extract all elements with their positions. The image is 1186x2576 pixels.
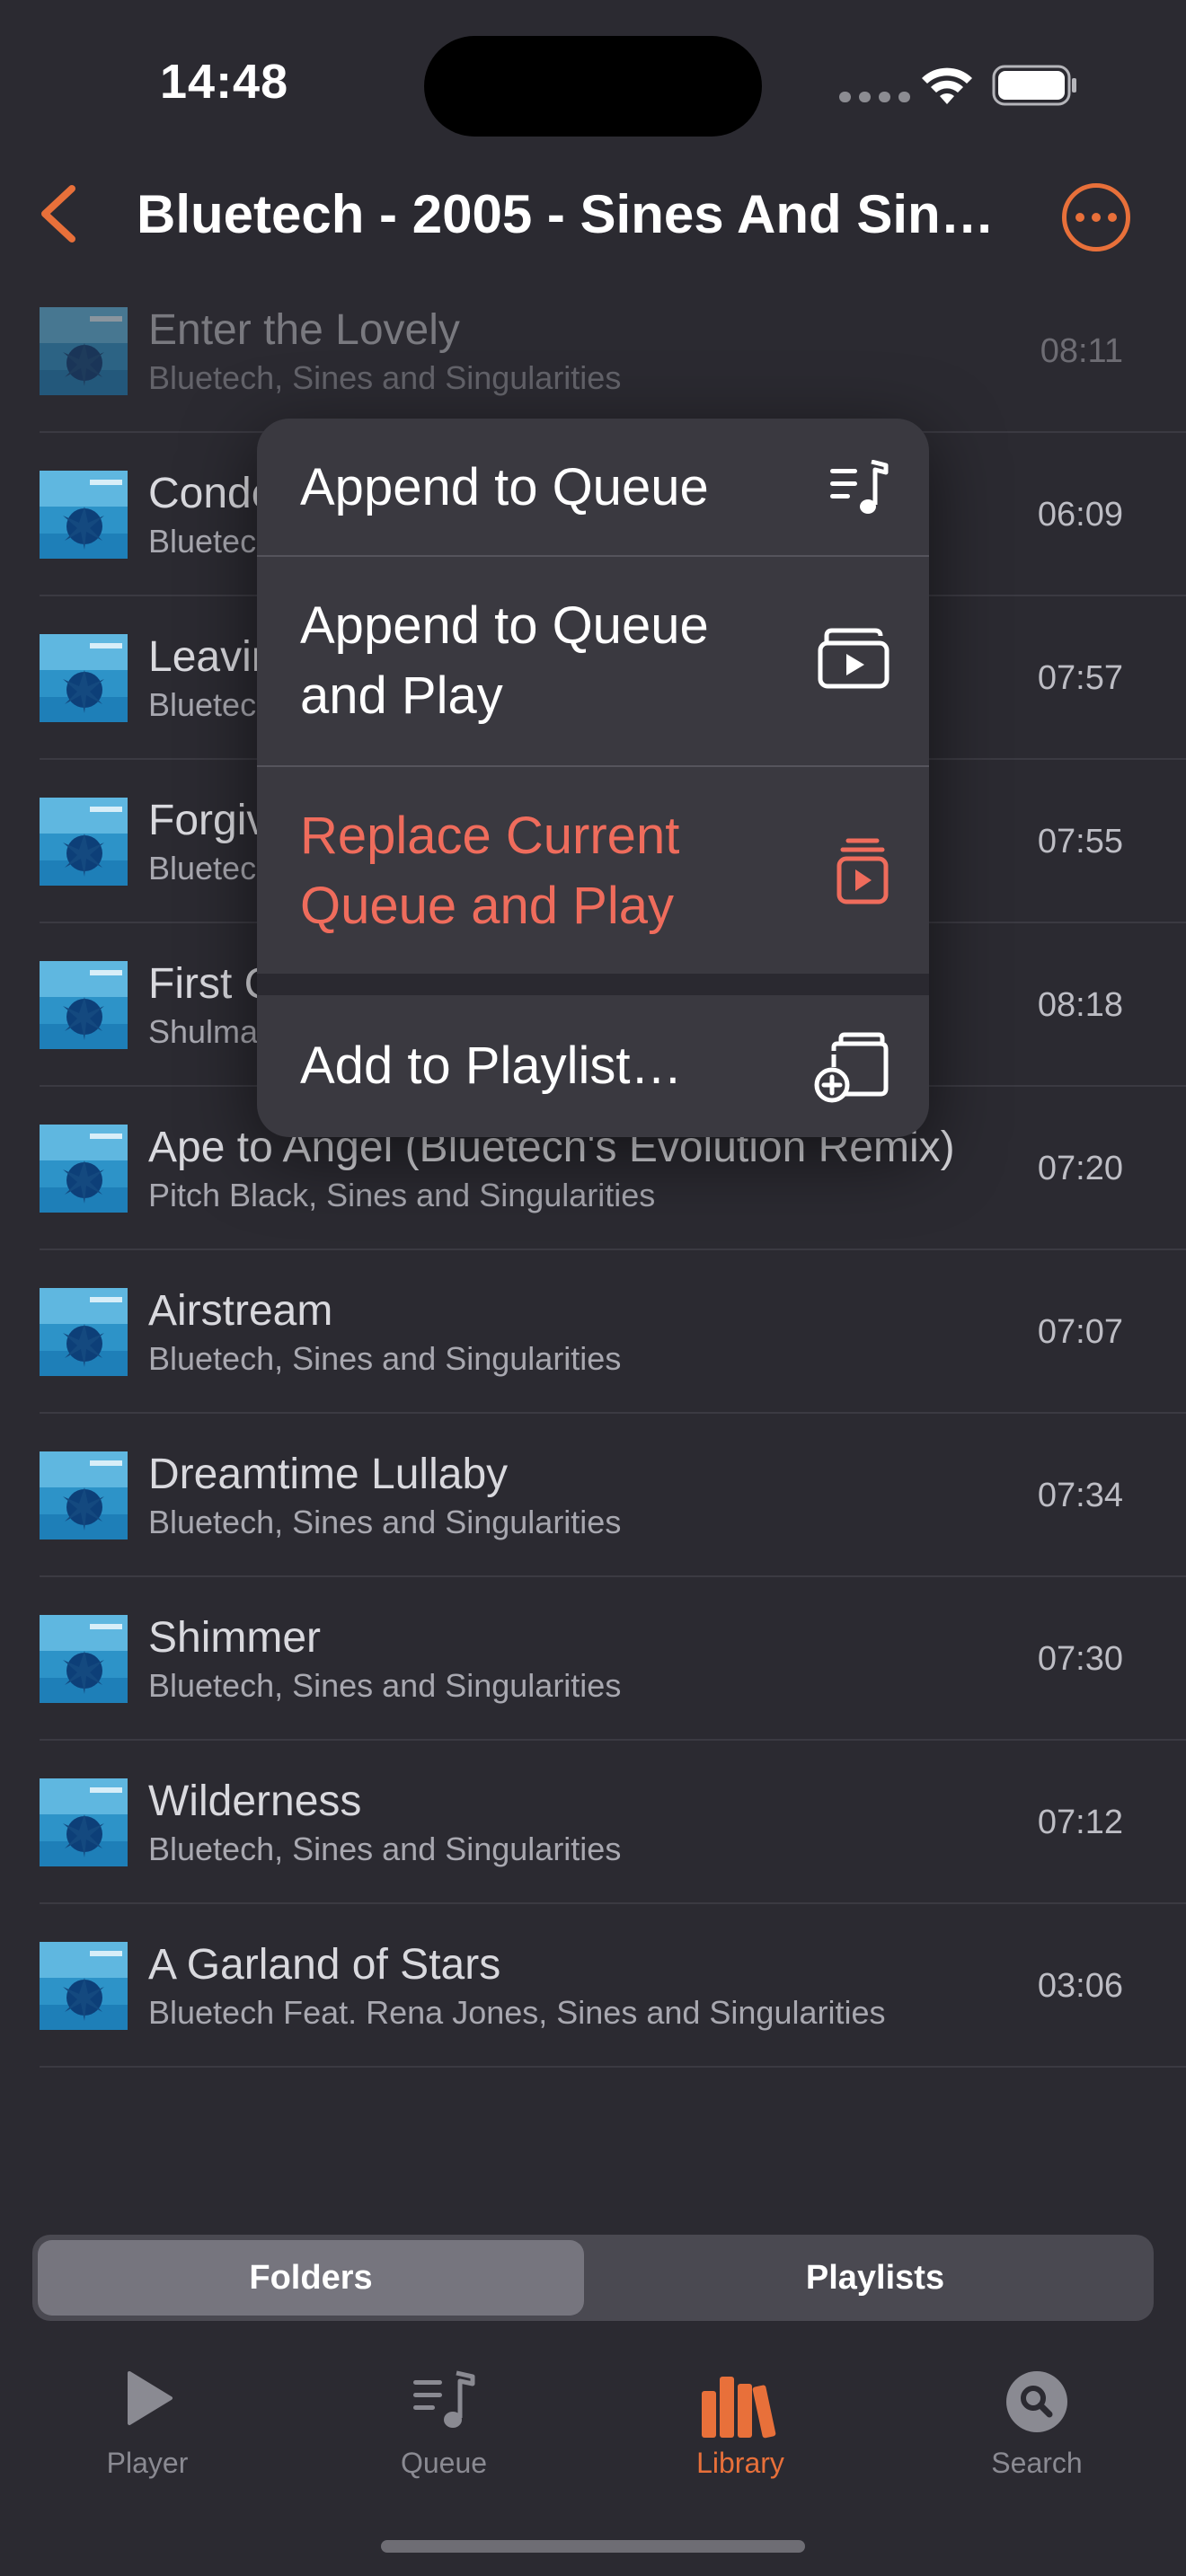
more-options-icon[interactable]	[1062, 183, 1130, 251]
track-duration: 07:30	[1037, 1640, 1123, 1678]
tab-bar: Player Queue Library Search	[0, 2351, 1186, 2504]
status-time: 14:48	[160, 55, 289, 109]
track-row[interactable]: Dreamtime Lullaby Bluetech, Sines and Sin…	[0, 1414, 1186, 1577]
track-duration: 07:20	[1037, 1150, 1123, 1187]
play-stack-icon	[818, 628, 890, 689]
track-row[interactable]: Enter the Lovely Bluetech, Sines and Sing…	[0, 269, 1186, 433]
album-art	[40, 1125, 128, 1213]
track-artist: Bluetech, Sines and Singularities	[148, 1667, 622, 1704]
tab-label: Player	[106, 2447, 189, 2479]
wifi-icon	[922, 67, 972, 104]
track-row[interactable]: Shimmer Bluetech, Sines and Singularities…	[0, 1577, 1186, 1741]
page-title: Bluetech - 2005 - Sines And Singularitie…	[137, 184, 1026, 244]
track-row[interactable]: A Garland of Stars Bluetech Feat. Rena Jo…	[0, 1904, 1186, 2068]
track-row[interactable]: Wilderness Bluetech, Sines and Singularit…	[0, 1741, 1186, 1904]
track-artist: Bluetech, Sines and Singularities	[148, 359, 622, 396]
replace-queue-icon	[836, 838, 889, 904]
navigation-bar: Bluetech - 2005 - Sines And Singularitie…	[0, 162, 1186, 260]
track-duration: 03:06	[1037, 1967, 1123, 2005]
track-duration: 08:11	[1040, 332, 1123, 370]
track-title: Shimmer	[148, 1614, 322, 1662]
replace-queue-menu-item[interactable]: Replace Current Queue and Play	[257, 767, 929, 974]
menu-item-label: Append to Queue	[300, 458, 709, 516]
segment-folders[interactable]: Folders	[38, 2240, 584, 2316]
track-duration: 07:55	[1037, 823, 1123, 860]
add-to-playlist-menu-item[interactable]: Add to Playlist…	[257, 995, 929, 1137]
track-duration: 08:18	[1037, 986, 1123, 1024]
album-art	[40, 1942, 128, 2030]
album-art	[40, 798, 128, 886]
status-bar: 14:48	[0, 0, 1186, 162]
tab-queue[interactable]: Queue	[336, 2351, 552, 2486]
track-title: Wilderness	[148, 1778, 362, 1825]
album-art	[40, 1778, 128, 1866]
tab-player[interactable]: Player	[40, 2351, 255, 2486]
tab-label: Search	[991, 2447, 1083, 2479]
track-duration: 07:07	[1037, 1313, 1123, 1351]
track-artist: Bluetech, Sines and Singularities	[148, 1340, 622, 1377]
add-to-playlist-icon	[814, 1032, 889, 1103]
play-icon	[128, 2371, 173, 2425]
append-and-play-menu-item[interactable]: Append to Queue and Play	[257, 557, 929, 765]
track-duration: 07:12	[1037, 1804, 1123, 1841]
track-artist: Bluetech, Sines and Singularities	[148, 1831, 622, 1867]
menu-item-label: Replace Current Queue and Play	[300, 807, 680, 935]
search-icon	[1006, 2371, 1067, 2432]
dynamic-island	[424, 36, 762, 137]
append-to-queue-menu-item[interactable]: Append to Queue	[257, 419, 929, 557]
track-duration: 07:57	[1037, 659, 1123, 697]
track-title: A Garland of Stars	[148, 1941, 501, 1989]
segment-playlists[interactable]: Playlists	[602, 2240, 1148, 2316]
menu-section-gap	[257, 974, 929, 995]
track-title: Enter the Lovely	[148, 306, 460, 354]
cellular-signal-icon	[839, 92, 910, 102]
track-artist: Bluetech Feat. Rena Jones, Sines and Sin…	[148, 1994, 886, 2031]
music-list-icon	[830, 460, 889, 514]
album-art	[40, 1288, 128, 1376]
track-title: Dreamtime Lullaby	[148, 1451, 509, 1498]
home-indicator[interactable]	[381, 2540, 805, 2553]
row-separator	[40, 2066, 1186, 2068]
tab-search[interactable]: Search	[929, 2351, 1145, 2486]
library-segmented-control: Folders Playlists	[32, 2235, 1154, 2321]
back-chevron-icon[interactable]	[27, 172, 90, 253]
track-row[interactable]: Airstream Bluetech, Sines and Singulariti…	[0, 1250, 1186, 1414]
album-art	[40, 1451, 128, 1539]
tab-label: Library	[696, 2447, 784, 2479]
track-artist: Pitch Black, Sines and Singularities	[148, 1177, 656, 1213]
album-art	[40, 471, 128, 559]
menu-item-label: Append to Queue and Play	[300, 596, 709, 725]
track-title: Airstream	[148, 1287, 333, 1335]
track-duration: 07:34	[1037, 1477, 1123, 1514]
library-icon	[702, 2377, 776, 2439]
tab-label: Queue	[400, 2447, 488, 2479]
album-art	[40, 634, 128, 722]
album-art	[40, 307, 128, 395]
context-menu: Append to Queue Append to Queue and Play…	[257, 419, 929, 1137]
tab-library[interactable]: Library	[633, 2351, 848, 2486]
battery-icon	[992, 65, 1076, 106]
queue-icon	[413, 2370, 475, 2428]
album-art	[40, 1615, 128, 1703]
track-duration: 06:09	[1037, 496, 1123, 534]
track-artist: Bluetech, Sines and Singularities	[148, 1504, 622, 1540]
menu-item-label: Add to Playlist…	[300, 1037, 683, 1095]
album-art	[40, 961, 128, 1049]
